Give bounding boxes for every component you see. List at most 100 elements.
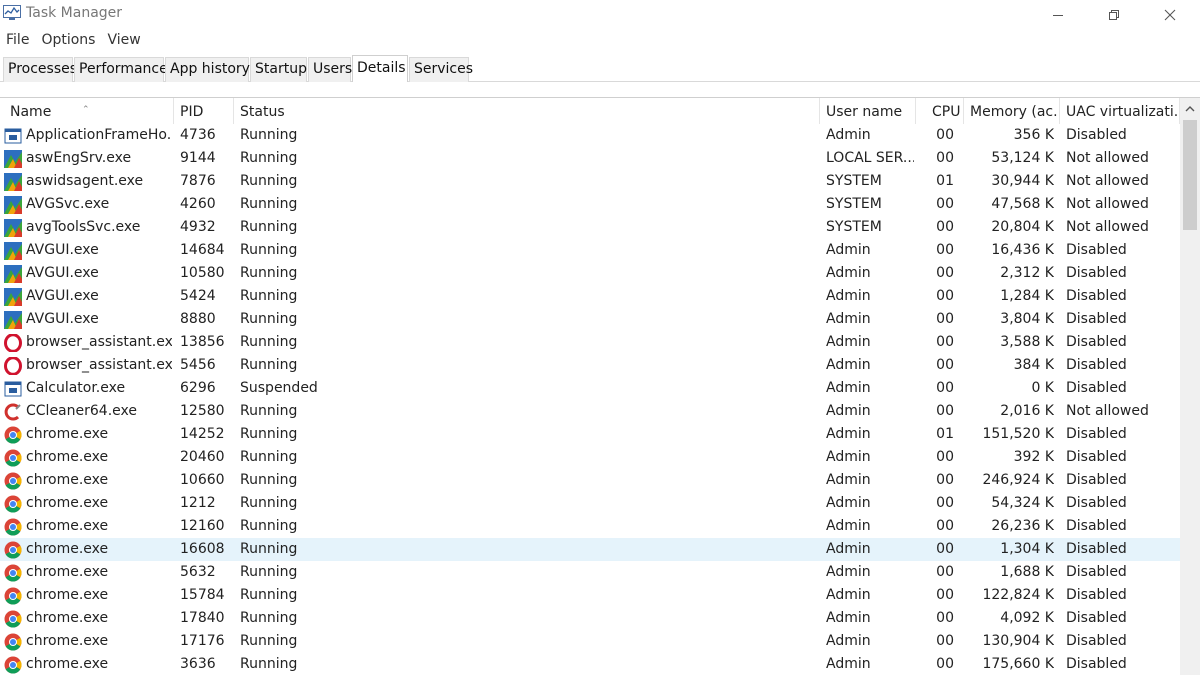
process-cpu: 00 [920, 308, 954, 331]
table-row[interactable]: CCleaner64.exe12580RunningAdmin002,016 K… [0, 400, 1180, 423]
process-name: AVGUI.exe [26, 239, 172, 262]
column-header-uac[interactable]: UAC virtualizati... [1060, 98, 1180, 124]
process-cpu: 00 [920, 147, 954, 170]
menu-view[interactable]: View [101, 30, 146, 52]
table-row[interactable]: chrome.exe17840RunningAdmin004,092 KDisa… [0, 607, 1180, 630]
column-header-status[interactable]: Status [234, 98, 820, 124]
app-frame-icon [4, 127, 22, 145]
tab-services[interactable]: Services [409, 57, 469, 82]
process-uac: Disabled [1066, 239, 1178, 262]
title-bar: Task Manager [0, 0, 1200, 30]
menu-file[interactable]: File [0, 30, 35, 52]
process-user: Admin [826, 492, 914, 515]
process-pid: 6296 [180, 377, 232, 400]
process-status: Running [240, 124, 816, 147]
process-status: Running [240, 653, 816, 675]
process-pid: 14252 [180, 423, 232, 446]
calculator-icon [4, 380, 22, 398]
table-row[interactable]: AVGSvc.exe4260RunningSYSTEM0047,568 KNot… [0, 193, 1180, 216]
tab-details[interactable]: Details [352, 55, 408, 82]
process-uac: Disabled [1066, 653, 1178, 675]
table-row[interactable]: chrome.exe12160RunningAdmin0026,236 KDis… [0, 515, 1180, 538]
process-pid: 7876 [180, 170, 232, 193]
process-pid: 10580 [180, 262, 232, 285]
process-status: Running [240, 515, 816, 538]
table-row[interactable]: AVGUI.exe10580RunningAdmin002,312 KDisab… [0, 262, 1180, 285]
table-row[interactable]: chrome.exe10660RunningAdmin00246,924 KDi… [0, 469, 1180, 492]
table-row[interactable]: chrome.exe15784RunningAdmin00122,824 KDi… [0, 584, 1180, 607]
process-cpu: 00 [920, 239, 954, 262]
process-user: Admin [826, 607, 914, 630]
process-uac: Disabled [1066, 308, 1178, 331]
table-row[interactable]: chrome.exe16608RunningAdmin001,304 KDisa… [0, 538, 1180, 561]
process-pid: 12160 [180, 515, 232, 538]
avg-icon [4, 150, 22, 168]
tab-performance[interactable]: Performance [74, 57, 164, 82]
table-row[interactable]: AVGUI.exe8880RunningAdmin003,804 KDisabl… [0, 308, 1180, 331]
table-row[interactable]: chrome.exe17176RunningAdmin00130,904 KDi… [0, 630, 1180, 653]
process-uac: Not allowed [1066, 147, 1178, 170]
table-row[interactable]: chrome.exe5632RunningAdmin001,688 KDisab… [0, 561, 1180, 584]
restore-button[interactable] [1086, 0, 1142, 30]
menu-options[interactable]: Options [35, 30, 101, 52]
process-name: chrome.exe [26, 607, 172, 630]
tab-processes[interactable]: Processes [3, 57, 73, 82]
table-row[interactable]: aswidsagent.exe7876RunningSYSTEM0130,944… [0, 170, 1180, 193]
process-status: Running [240, 446, 816, 469]
table-row[interactable]: chrome.exe20460RunningAdmin00392 KDisabl… [0, 446, 1180, 469]
table-row[interactable]: chrome.exe14252RunningAdmin01151,520 KDi… [0, 423, 1180, 446]
tab-strip: Processes Performance App history Startu… [0, 55, 1200, 82]
table-row[interactable]: chrome.exe3636RunningAdmin00175,660 KDis… [0, 653, 1180, 675]
tab-app-history[interactable]: App history [165, 57, 249, 82]
process-status: Running [240, 331, 816, 354]
process-pid: 17176 [180, 630, 232, 653]
window-title: Task Manager [26, 5, 122, 21]
process-memory: 20,804 K [966, 216, 1054, 239]
table-row[interactable]: chrome.exe1212RunningAdmin0054,324 KDisa… [0, 492, 1180, 515]
chrome-icon [4, 541, 22, 559]
table-row[interactable]: avgToolsSvc.exe4932RunningSYSTEM0020,804… [0, 216, 1180, 239]
table-row[interactable]: AVGUI.exe5424RunningAdmin001,284 KDisabl… [0, 285, 1180, 308]
process-status: Running [240, 538, 816, 561]
tab-users[interactable]: Users [308, 57, 351, 82]
scroll-up-button[interactable] [1180, 98, 1200, 120]
process-name: browser_assistant.exe [26, 331, 172, 354]
minimize-button[interactable] [1030, 0, 1086, 30]
process-uac: Disabled [1066, 446, 1178, 469]
column-header-user[interactable]: User name [820, 98, 916, 124]
process-status: Suspended [240, 377, 816, 400]
sort-ascending-icon: ⌃ [82, 98, 90, 124]
chrome-icon [4, 633, 22, 651]
process-name: chrome.exe [26, 492, 172, 515]
table-row[interactable]: AVGUI.exe14684RunningAdmin0016,436 KDisa… [0, 239, 1180, 262]
avg-icon [4, 311, 22, 329]
process-name: aswEngSrv.exe [26, 147, 172, 170]
chrome-icon [4, 449, 22, 467]
process-status: Running [240, 308, 816, 331]
process-pid: 14684 [180, 239, 232, 262]
table-row[interactable]: ApplicationFrameHo...4736RunningAdmin003… [0, 124, 1180, 147]
column-name-label: Name [10, 104, 51, 120]
scroll-thumb[interactable] [1183, 120, 1197, 230]
process-cpu: 00 [920, 354, 954, 377]
vertical-scrollbar[interactable] [1180, 98, 1200, 675]
column-header-name[interactable]: Name ⌃ [0, 98, 174, 124]
column-header-memory[interactable]: Memory (ac... [964, 98, 1060, 124]
process-cpu: 00 [920, 400, 954, 423]
process-cpu: 01 [920, 423, 954, 446]
column-header-cpu[interactable]: CPU [916, 98, 964, 124]
table-row[interactable]: browser_assistant.exe5456RunningAdmin003… [0, 354, 1180, 377]
tab-startup[interactable]: Startup [250, 57, 307, 82]
process-pid: 5424 [180, 285, 232, 308]
column-header-pid[interactable]: PID [174, 98, 234, 124]
process-user: Admin [826, 653, 914, 675]
process-user: Admin [826, 239, 914, 262]
table-row[interactable]: browser_assistant.exe13856RunningAdmin00… [0, 331, 1180, 354]
process-cpu: 00 [920, 515, 954, 538]
process-uac: Disabled [1066, 607, 1178, 630]
chrome-icon [4, 518, 22, 536]
table-row[interactable]: Calculator.exe6296SuspendedAdmin000 KDis… [0, 377, 1180, 400]
process-memory: 3,804 K [966, 308, 1054, 331]
close-button[interactable] [1142, 0, 1198, 30]
table-row[interactable]: aswEngSrv.exe9144RunningLOCAL SER...0053… [0, 147, 1180, 170]
